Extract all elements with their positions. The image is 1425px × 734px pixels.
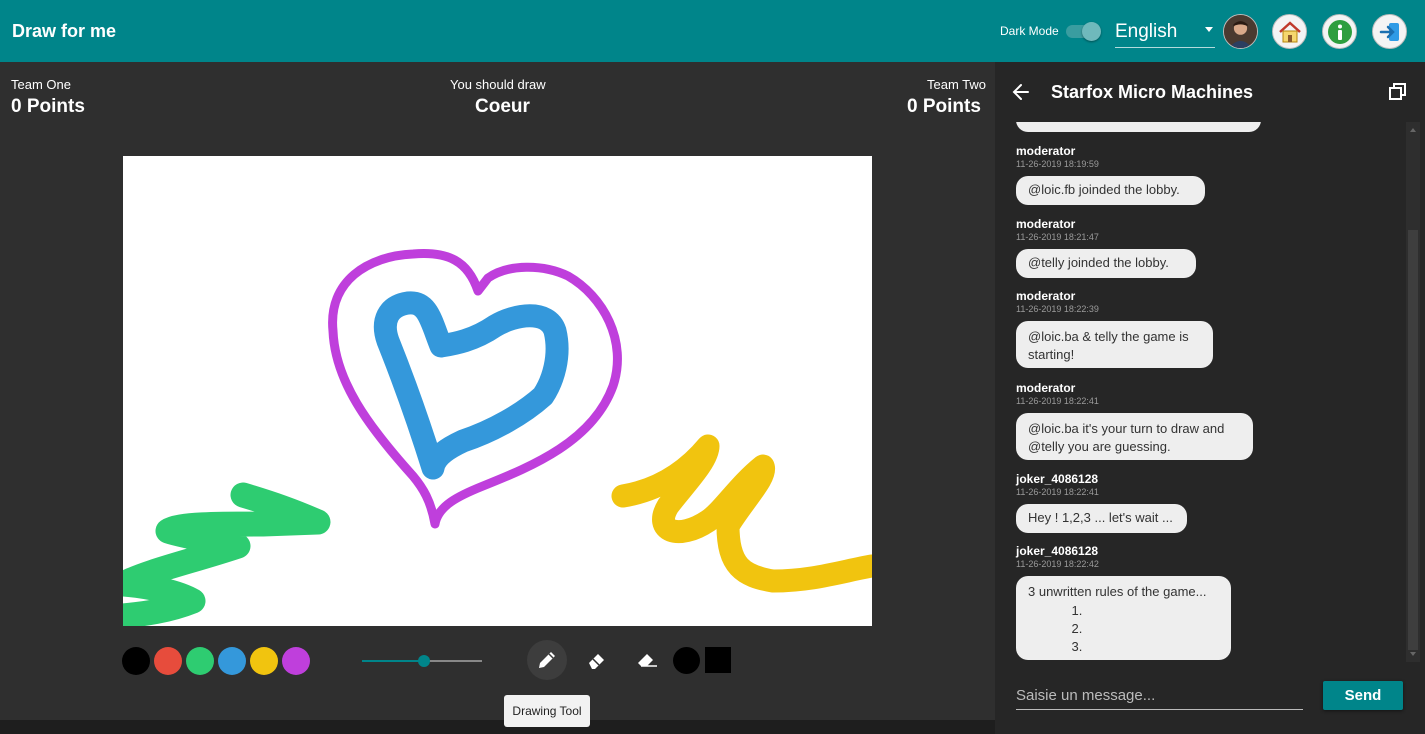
drawing-strokes (123, 248, 872, 626)
chat-scrollbar[interactable] (1406, 122, 1420, 662)
message-text: @telly you are guessing. (1028, 439, 1171, 454)
message-timestamp: 11-26-2019 18:19:59 (1016, 159, 1099, 169)
eraser-tool-button[interactable] (577, 640, 617, 680)
color-swatch-purple[interactable] (282, 647, 310, 675)
scroll-up-arrow-icon[interactable] (1410, 128, 1416, 132)
message-list-item (1086, 620, 1219, 638)
color-swatch-yellow[interactable] (250, 647, 278, 675)
user-avatar[interactable] (1223, 14, 1258, 49)
logout-icon (1379, 22, 1399, 41)
square-brush-tip-button[interactable] (705, 647, 731, 673)
chat-panel: Starfox Micro Machines moderator 11-26-20… (995, 62, 1425, 734)
message-bubble: 3 unwritten rules of the game... (1016, 576, 1231, 660)
message-author: moderator (1016, 381, 1076, 395)
clear-tool-button[interactable] (627, 640, 667, 680)
color-swatch-green[interactable] (186, 647, 214, 675)
info-icon (1327, 19, 1352, 44)
message-bubble: @loic.ba & telly the game is starting! (1016, 321, 1213, 368)
message-list-item (1086, 602, 1219, 620)
team-one-label: Team One (11, 77, 71, 92)
avatar-image (1224, 15, 1257, 48)
clear-canvas-icon (638, 654, 657, 667)
scroll-down-arrow-icon[interactable] (1410, 652, 1416, 656)
message-timestamp: 11-26-2019 18:22:39 (1016, 304, 1099, 314)
home-icon (1278, 20, 1301, 42)
toggle-knob (1082, 22, 1101, 41)
message-bubble: @telly joinded the lobby. (1016, 249, 1196, 278)
draw-prompt-label: You should draw (450, 77, 546, 92)
message-timestamp: 11-26-2019 18:22:41 (1016, 487, 1099, 497)
message-text: starting! (1028, 347, 1075, 362)
language-value: English (1115, 21, 1178, 42)
message-text: @loic.ba it's your turn to draw and (1028, 421, 1225, 436)
message-author: moderator (1016, 289, 1076, 303)
color-swatch-black[interactable] (122, 647, 150, 675)
chat-header: Starfox Micro Machines (995, 62, 1425, 122)
drawing-tool-tooltip: Drawing Tool (504, 695, 590, 727)
word-to-draw: Coeur (475, 96, 530, 117)
chevron-down-icon (1205, 27, 1213, 32)
round-brush-tip-button[interactable] (673, 647, 700, 674)
message-text: Hey ! 1,2,3 ... let's wait ... (1028, 510, 1173, 525)
back-arrow-glyph (1012, 84, 1029, 100)
team-two-label: Team Two (927, 77, 987, 92)
send-button[interactable]: Send (1323, 681, 1403, 710)
drawing-canvas[interactable] (123, 156, 872, 626)
team-one-points: 0 Points (11, 96, 85, 117)
back-arrow-icon[interactable] (1011, 82, 1031, 107)
chat-message-input[interactable]: Saisie un message... (1016, 682, 1303, 710)
message-text: @loic.ba & telly the game is (1028, 329, 1189, 344)
language-select[interactable]: English (1115, 14, 1215, 48)
pencil-icon (539, 652, 555, 668)
color-swatch-blue[interactable] (218, 647, 246, 675)
drawing-tool-button[interactable] (527, 640, 567, 680)
message-list: moderator 11-26-2019 18:19:59 @loic.fb joi… (995, 122, 1425, 662)
team-two-points: 0 Points (907, 96, 981, 117)
home-button[interactable] (1272, 14, 1307, 49)
scrollbar-thumb[interactable] (1408, 230, 1418, 650)
message-timestamp: 11-26-2019 18:21:47 (1016, 232, 1099, 242)
yellow-zigzag-stroke (611, 434, 872, 593)
dark-mode-label: Dark Mode (1000, 24, 1059, 38)
top-app-bar: Draw for me Dark Mode English (0, 0, 1425, 62)
message-author: joker_4086128 (1016, 472, 1099, 486)
message-text: 3 unwritten rules of the game... (1028, 584, 1207, 599)
lobby-name: Starfox Micro Machines (1051, 82, 1254, 102)
color-swatch-red[interactable] (154, 647, 182, 675)
slider-thumb[interactable] (418, 655, 431, 667)
message-timestamp: 11-26-2019 18:22:42 (1016, 559, 1099, 569)
message-list-item (1086, 638, 1219, 656)
message-list-items (1028, 602, 1219, 656)
popout-glyph (1389, 83, 1406, 100)
message-bubble-partial (1016, 122, 1261, 132)
brush-size-slider[interactable] (362, 655, 482, 667)
app-title: Draw for me (12, 21, 117, 41)
message-bubble: @loic.ba it's your turn to draw and @tell… (1016, 413, 1253, 460)
dark-mode-toggle[interactable] (1066, 22, 1101, 41)
purple-heart-stroke (328, 248, 622, 529)
message-author: moderator (1016, 217, 1076, 231)
blue-heart-stroke (373, 291, 569, 480)
message-bubble: Hey ! 1,2,3 ... let's wait ... (1016, 504, 1187, 533)
message-timestamp: 11-26-2019 18:22:41 (1016, 396, 1099, 406)
popout-window-icon[interactable] (1389, 83, 1407, 106)
message-text: @loic.fb joinded the lobby. (1028, 182, 1180, 197)
game-area: Team One 0 Points You should draw Coeur … (0, 62, 995, 727)
info-button[interactable] (1322, 14, 1357, 49)
message-author: joker_4086128 (1016, 544, 1099, 558)
eraser-icon (589, 654, 604, 669)
logout-button[interactable] (1372, 14, 1407, 49)
slider-fill (362, 660, 425, 662)
message-author: moderator (1016, 144, 1076, 158)
green-zigzag-stroke (123, 482, 331, 626)
message-text: @telly joinded the lobby. (1028, 255, 1169, 270)
message-bubble: @loic.fb joinded the lobby. (1016, 176, 1205, 205)
